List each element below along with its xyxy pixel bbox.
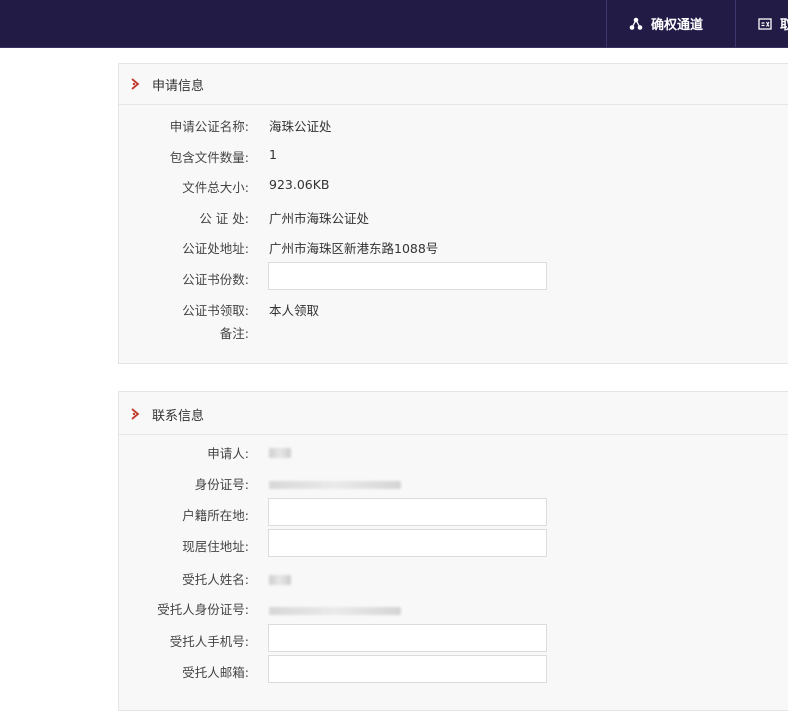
field-label-notary-name: 申请公证名称:: [169, 119, 249, 134]
field-label-total-size: 文件总大小:: [182, 180, 249, 195]
copies-input[interactable]: [268, 262, 547, 290]
field-label-remarks: 备注:: [219, 326, 249, 341]
nav-confirm-channel[interactable]: 确权通道: [606, 0, 726, 47]
field-value-pickup: 本人领取: [269, 303, 320, 318]
nav-retrieve[interactable]: 取: [735, 0, 788, 47]
field-value-notary-name: 海珠公证处: [269, 119, 332, 134]
share-nodes-icon: [629, 17, 643, 30]
contact-info-title: 联系信息: [152, 409, 205, 424]
id-card-icon: [758, 17, 772, 30]
field-label-applicant: 申请人:: [207, 446, 249, 461]
field-label-trustee-email: 受托人邮箱:: [182, 665, 249, 680]
nav-retrieve-label: 取: [780, 18, 788, 33]
field-label-notary-office: 公 证 处:: [199, 211, 249, 226]
field-value-id-number-redacted: [269, 476, 401, 491]
field-label-current-address: 现居住地址:: [182, 539, 249, 554]
field-value-file-count: 1: [269, 147, 277, 162]
field-label-office-address: 公证处地址:: [182, 241, 249, 256]
nav-confirm-channel-label: 确权通道: [651, 18, 704, 33]
top-navbar: 确权通道 取: [0, 0, 788, 48]
trustee-phone-input[interactable]: [268, 624, 547, 652]
application-info-header: 申请信息: [119, 64, 788, 105]
chevron-right-icon: [131, 408, 140, 420]
application-info-panel: 申请信息 申请公证名称: 海珠公证处 包含文件数量: 1 文件总大小: 923.…: [118, 63, 788, 364]
field-label-id-number: 身份证号:: [194, 477, 249, 492]
field-label-trustee-phone: 受托人手机号:: [169, 634, 249, 649]
field-value-notary-office: 广州市海珠公证处: [269, 211, 370, 226]
trustee-email-input[interactable]: [268, 655, 547, 683]
contact-info-header: 联系信息: [119, 392, 788, 435]
contact-info-panel: 联系信息 申请人: 身份证号: 户籍所在地: 现居住地址: 受托人姓名: 受托人…: [118, 391, 788, 711]
current-address-input[interactable]: [268, 529, 547, 557]
field-value-trustee-id-redacted: [269, 602, 401, 617]
field-label-household-address: 户籍所在地:: [182, 508, 249, 523]
field-label-trustee-name: 受托人姓名:: [182, 572, 249, 587]
field-label-copies: 公证书份数:: [182, 272, 249, 287]
field-label-pickup: 公证书领取:: [182, 303, 249, 318]
field-value-trustee-name-redacted: [269, 571, 291, 586]
application-info-title: 申请信息: [152, 79, 205, 94]
field-value-total-size: 923.06KB: [269, 177, 330, 192]
field-label-trustee-id: 受托人身份证号:: [157, 602, 249, 617]
chevron-right-icon: [131, 78, 140, 90]
field-label-file-count: 包含文件数量:: [169, 150, 249, 165]
field-value-applicant-redacted: [269, 444, 291, 459]
household-address-input[interactable]: [268, 498, 547, 526]
field-value-office-address: 广州市海珠区新港东路1088号: [269, 241, 439, 256]
